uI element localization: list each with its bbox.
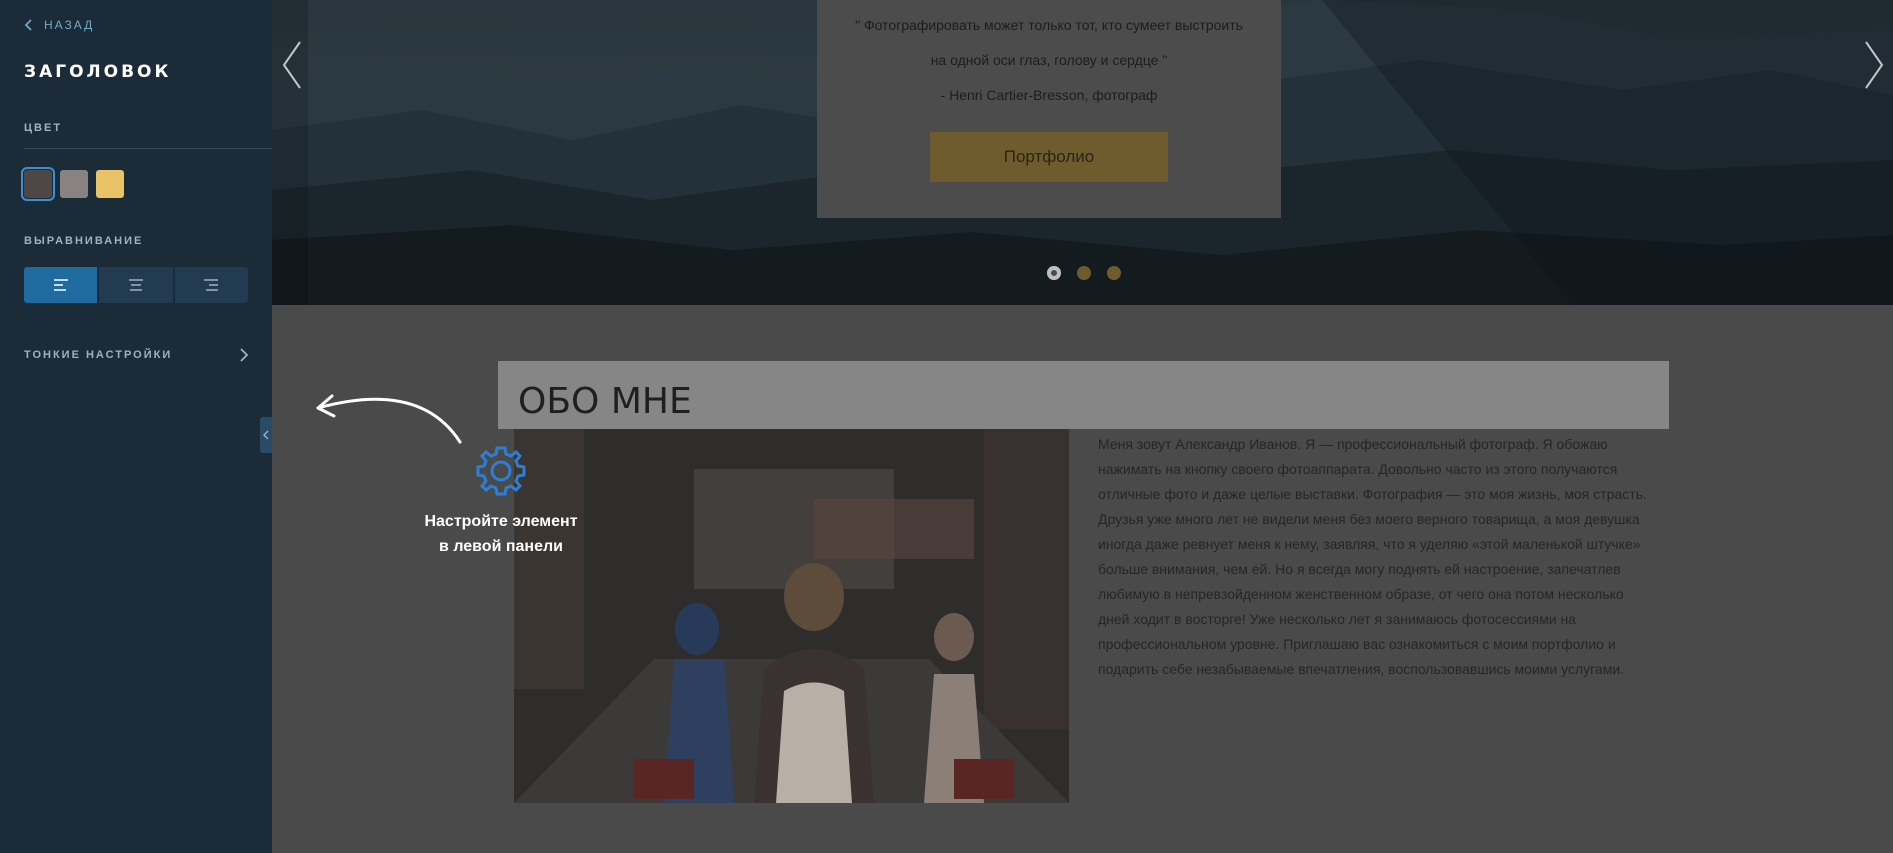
align-center-icon — [128, 279, 143, 291]
color-swatch-gray[interactable] — [60, 170, 88, 198]
align-center-button[interactable] — [99, 267, 173, 303]
hint-line-2: в левой панели — [439, 538, 563, 555]
slider-dot-3[interactable] — [1107, 266, 1121, 280]
back-button[interactable]: НАЗАД — [24, 18, 94, 32]
settings-panel: НАЗАД ЗАГОЛОВОК ЦВЕТ ВЫРАВНИВАНИЕ ТОНКИЕ… — [0, 0, 272, 853]
chevron-left-icon — [24, 19, 32, 31]
slider-next-icon[interactable] — [1862, 40, 1886, 90]
slider-dots — [1047, 266, 1121, 280]
color-swatch-dark[interactable] — [21, 167, 55, 201]
about-text: Меня зовут Александр Иванов. Я — професс… — [1098, 436, 1647, 677]
align-left-icon — [53, 279, 68, 291]
align-left-button[interactable] — [24, 267, 98, 303]
chevron-right-icon — [240, 348, 248, 362]
align-section-label: ВЫРАВНИВАНИЕ — [24, 235, 144, 247]
divider — [24, 148, 272, 149]
fine-settings-link[interactable]: ТОНКИЕ НАСТРОЙКИ — [24, 348, 248, 362]
fine-settings-label: ТОНКИЕ НАСТРОЙКИ — [24, 349, 173, 361]
quote-author: - Henri Cartier-Bresson, фотограф — [940, 87, 1158, 103]
hero-slider: " Фотографировать может только тот, кто … — [272, 0, 1893, 305]
panel-title: ЗАГОЛОВОК — [24, 62, 172, 82]
curved-arrow-icon — [316, 394, 462, 444]
about-title-bar[interactable]: ОБО МНЕ — [498, 361, 1669, 429]
color-swatch-yellow[interactable] — [96, 170, 124, 198]
quote-line-1: " Фотографировать может только тот, кто … — [855, 17, 1243, 33]
collapse-panel-button[interactable] — [260, 417, 272, 453]
portfolio-button[interactable]: Портфолио — [930, 132, 1168, 182]
hint-text: Настройте элемент в левой панели — [413, 509, 589, 559]
about-title: ОБО МНЕ — [518, 381, 692, 422]
color-section-label: ЦВЕТ — [24, 122, 63, 134]
slider-dot-2[interactable] — [1077, 266, 1091, 280]
slider-dot-1[interactable] — [1047, 266, 1061, 280]
chevron-left-icon — [263, 430, 269, 440]
back-label: НАЗАД — [44, 18, 95, 32]
slider-prev-icon[interactable] — [280, 40, 304, 90]
align-right-button[interactable] — [174, 267, 248, 303]
gear-icon — [476, 446, 526, 496]
street-photo-image — [514, 429, 1069, 803]
align-right-icon — [204, 279, 219, 291]
about-photo — [514, 429, 1069, 803]
quote-line-2: на одной оси глаз, голову и сердце " — [930, 52, 1168, 68]
hint-line-1: Настройте элемент — [424, 513, 578, 530]
align-button-group — [24, 267, 248, 303]
color-swatches — [21, 167, 124, 201]
quote-card: " Фотографировать может только тот, кто … — [817, 0, 1281, 218]
